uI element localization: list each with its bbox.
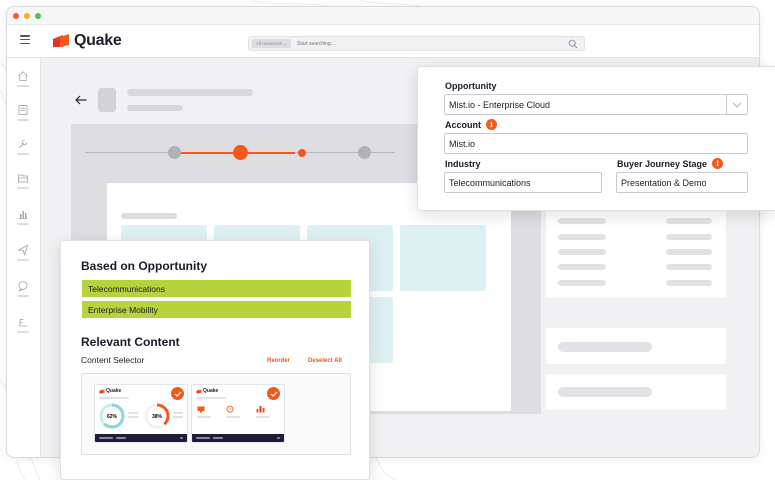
opportunity-form-card: Opportunity Mist.io - Enterprise Cloud A…: [417, 66, 775, 211]
menu-icon[interactable]: [20, 35, 30, 44]
content-thumbnails: Quake 62% 38% Quake: [81, 373, 351, 455]
window-minimize-button[interactable]: [24, 12, 30, 19]
sidebar-item-send[interactable]: [16, 244, 30, 266]
send-icon: [17, 244, 29, 256]
opportunity-label: Opportunity: [445, 81, 497, 91]
bar-chart-icon: [18, 211, 28, 219]
content-selector-label: Content Selector: [81, 355, 145, 365]
account-label: Account i: [445, 119, 497, 130]
brand-name: Quake: [74, 32, 122, 49]
chevron-down-icon[interactable]: [726, 95, 747, 114]
based-on-opportunity-heading: Based on Opportunity: [81, 259, 207, 273]
deselect-all-button[interactable]: Deselect All: [308, 358, 342, 364]
opportunity-select[interactable]: Mist.io - Enterprise Cloud: [444, 94, 748, 115]
sidebar-item-chat[interactable]: [16, 280, 30, 302]
thumbnail-logo: Quake: [196, 388, 218, 394]
reorder-button[interactable]: Reorder: [267, 358, 290, 364]
thumbnail-footer: [192, 434, 284, 442]
selected-check-icon[interactable]: [171, 387, 184, 400]
details-card: [546, 208, 726, 298]
icon-sidebar: [7, 58, 40, 457]
tools-icon: [18, 139, 28, 149]
thumbnail-footer: [95, 434, 187, 442]
stat-ring-62: 62%: [99, 403, 125, 429]
opportunity-value: Mist.io - Enterprise Cloud: [449, 99, 551, 110]
window-maximize-button[interactable]: [35, 12, 41, 19]
thumbnail-logo: Quake: [99, 388, 121, 394]
stage-node-1[interactable]: [168, 146, 181, 159]
industry-field[interactable]: Telecommunications: [444, 172, 602, 193]
sidebar-item-analytics[interactable]: [16, 208, 30, 230]
relevant-content-card: Based on Opportunity Telecommunications …: [60, 240, 370, 480]
page-avatar-placeholder: [98, 88, 116, 112]
relevant-content-heading: Relevant Content: [81, 335, 180, 349]
sidebar-item-tools[interactable]: [16, 138, 30, 160]
tag-enterprise-mobility[interactable]: Enterprise Mobility: [82, 301, 351, 318]
selected-check-icon[interactable]: [267, 387, 280, 400]
app-header: Quake All resources ⌄: [7, 25, 759, 58]
svg-text:38%: 38%: [152, 414, 163, 420]
stage-node-2[interactable]: [233, 145, 248, 160]
home-icon: [18, 71, 28, 81]
back-arrow-icon[interactable]: [74, 94, 88, 106]
tag-telecommunications[interactable]: Telecommunications: [82, 280, 351, 297]
search-input[interactable]: [297, 40, 584, 47]
folder-icon: [18, 174, 28, 183]
sidebar-item-profile[interactable]: [16, 316, 30, 338]
sidebar-item-documents[interactable]: [16, 104, 30, 126]
search-scope-dropdown[interactable]: All resources ⌄: [252, 39, 292, 48]
content-tile[interactable]: [400, 225, 486, 291]
industry-label: Industry: [445, 159, 481, 169]
sidebar-item-home[interactable]: [16, 70, 30, 92]
search-bar[interactable]: All resources ⌄: [248, 36, 585, 51]
content-thumbnail-2[interactable]: Quake: [191, 384, 285, 443]
chart-icon: [256, 406, 265, 413]
clock-icon: [226, 405, 234, 413]
svg-text:62%: 62%: [107, 414, 118, 420]
account-info-icon[interactable]: i: [486, 119, 497, 130]
stat-ring-38: 38%: [144, 403, 170, 429]
window-titlebar: [7, 7, 759, 25]
stage-node-4[interactable]: [358, 146, 371, 159]
sidebar-item-folders[interactable]: [16, 172, 30, 194]
window-close-button[interactable]: [13, 12, 19, 19]
monitor-icon: [197, 406, 205, 413]
chat-icon: [18, 281, 28, 292]
details-card-2: [546, 328, 726, 364]
details-card-3: [546, 374, 726, 410]
account-field[interactable]: Mist.io: [444, 133, 748, 154]
user-icon: [19, 319, 27, 327]
content-thumbnail-1[interactable]: Quake 62% 38%: [94, 384, 188, 443]
page-title-placeholder: [127, 89, 253, 96]
buyer-journey-stage-label: Buyer Journey Stage i: [617, 158, 724, 169]
quake-logo-icon: [53, 34, 69, 47]
document-icon: [18, 105, 28, 115]
search-icon[interactable]: [568, 39, 578, 49]
page-subtitle-placeholder: [127, 105, 183, 111]
brand-logo[interactable]: Quake: [52, 32, 122, 50]
buyer-journey-stage-field[interactable]: Presentation & Demo: [616, 172, 748, 193]
stage-node-3[interactable]: [298, 149, 306, 157]
stage-info-icon[interactable]: i: [712, 158, 724, 169]
